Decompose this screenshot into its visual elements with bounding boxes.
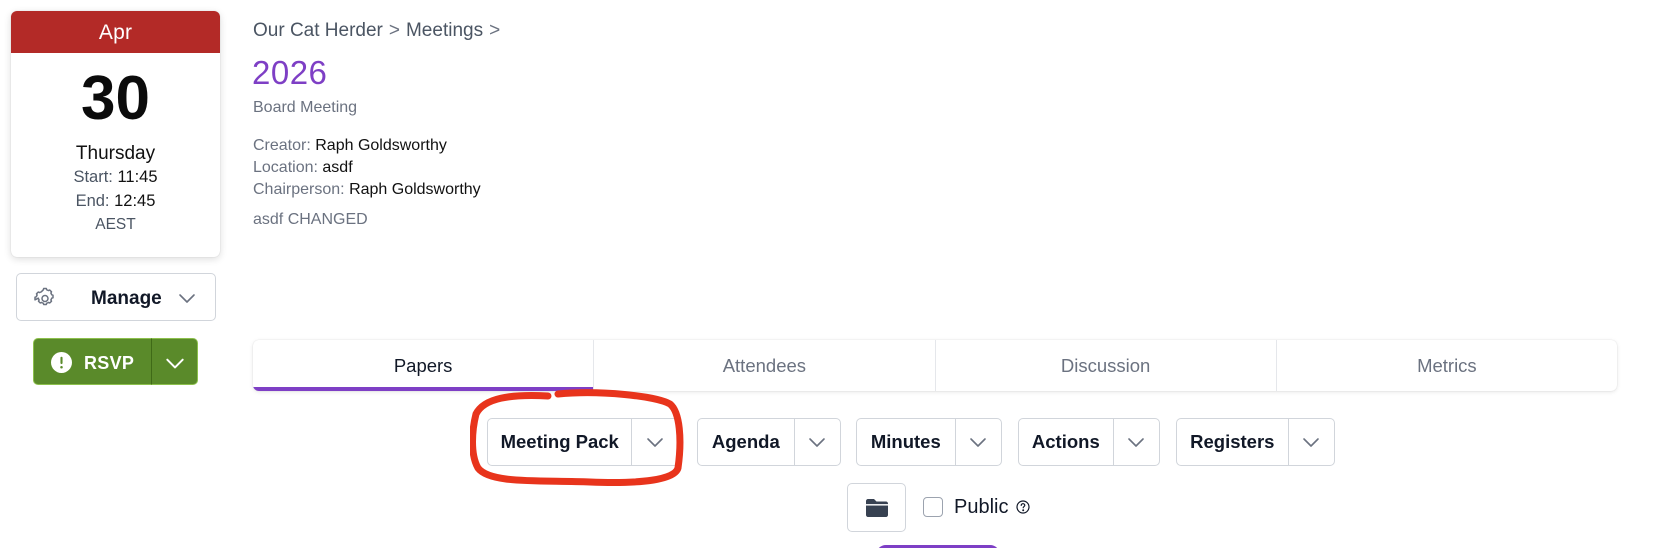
actions-split-button: Actions: [1018, 418, 1160, 466]
location-row: Location: asdf: [253, 157, 481, 179]
folder-button[interactable]: [847, 483, 906, 532]
chevron-down-icon: [970, 438, 987, 447]
meeting-pack-split-button: Meeting Pack: [487, 418, 679, 466]
page-title: 2026: [252, 54, 328, 91]
meeting-pack-button[interactable]: Meeting Pack: [488, 419, 631, 465]
breadcrumb-meetings[interactable]: Meetings: [406, 20, 483, 42]
calendar-end: End: 12:45: [11, 189, 220, 213]
chevron-down-icon: [1303, 438, 1320, 447]
meeting-description: asdf CHANGED: [253, 211, 368, 228]
registers-dropdown-toggle[interactable]: [1287, 419, 1334, 465]
breadcrumb: Our Cat Herder > Meetings >: [253, 20, 500, 42]
minutes-split-button: Minutes: [856, 418, 1002, 466]
rsvp-button[interactable]: RSVP: [33, 338, 151, 385]
tab-bar: Papers Attendees Discussion Metrics: [253, 340, 1617, 391]
start-label: Start:: [73, 168, 113, 186]
chairperson-value: Raph Goldsworthy: [349, 181, 481, 198]
agenda-dropdown-toggle[interactable]: [793, 419, 840, 465]
manage-label: Manage: [91, 288, 162, 309]
agenda-split-button: Agenda: [697, 418, 841, 466]
minutes-dropdown-toggle[interactable]: [954, 419, 1001, 465]
location-value: asdf: [322, 159, 353, 176]
gear-icon: [34, 287, 54, 306]
public-checkbox[interactable]: [923, 497, 943, 517]
tab-attendees[interactable]: Attendees: [593, 340, 934, 391]
end-time: 12:45: [114, 192, 156, 210]
tab-metrics[interactable]: Metrics: [1275, 340, 1617, 391]
creator-row: Creator: Raph Goldsworthy: [253, 135, 481, 157]
end-label: End:: [75, 192, 110, 210]
calendar-card: Apr 30 Thursday Start: 11:45 End: 12:45 …: [11, 11, 220, 257]
manage-button[interactable]: Manage: [16, 273, 216, 321]
meeting-meta: Creator: Raph Goldsworthy Location: asdf…: [253, 135, 481, 201]
chairperson-label: Chairperson:: [253, 181, 345, 198]
chevron-down-icon: [1128, 438, 1145, 447]
chevron-down-icon: [179, 294, 195, 303]
chevron-down-icon: [647, 438, 664, 447]
folder-icon: [866, 499, 888, 517]
creator-label: Creator:: [253, 137, 311, 154]
registers-split-button: Registers: [1176, 418, 1335, 466]
meeting-pack-dropdown-toggle[interactable]: [631, 419, 678, 465]
breadcrumb-separator: >: [489, 20, 501, 41]
rsvp-dropdown-toggle[interactable]: [151, 338, 198, 385]
agenda-button[interactable]: Agenda: [698, 419, 794, 465]
actions-button[interactable]: Actions: [1019, 419, 1113, 465]
question-circle-icon[interactable]: [1016, 500, 1030, 514]
meeting-type: Board Meeting: [253, 99, 358, 116]
chevron-down-icon: [809, 438, 826, 447]
calendar-weekday: Thursday: [75, 143, 156, 164]
minutes-button[interactable]: Minutes: [857, 419, 955, 465]
calendar-start: Start: 11:45: [11, 165, 220, 189]
public-label: Public: [954, 496, 1009, 518]
start-time: 11:45: [117, 168, 158, 186]
calendar-day: 30: [81, 64, 150, 133]
location-label: Location:: [253, 159, 318, 176]
actions-dropdown-toggle[interactable]: [1112, 419, 1159, 465]
creator-value: Raph Goldsworthy: [315, 137, 447, 154]
calendar-month: Apr: [11, 11, 220, 53]
rsvp-label: RSVP: [84, 353, 135, 373]
breadcrumb-separator: >: [388, 20, 400, 41]
registers-button[interactable]: Registers: [1177, 419, 1288, 465]
breadcrumb-org[interactable]: Our Cat Herder: [253, 20, 383, 42]
calendar-timezone: AEST: [95, 216, 136, 233]
exclamation-circle-icon: [51, 352, 72, 373]
chairperson-row: Chairperson: Raph Goldsworthy: [253, 179, 481, 201]
chevron-down-icon: [166, 358, 184, 369]
tab-discussion[interactable]: Discussion: [934, 340, 1276, 391]
rsvp-split-button: RSVP: [33, 338, 198, 385]
tab-papers[interactable]: Papers: [253, 340, 594, 391]
